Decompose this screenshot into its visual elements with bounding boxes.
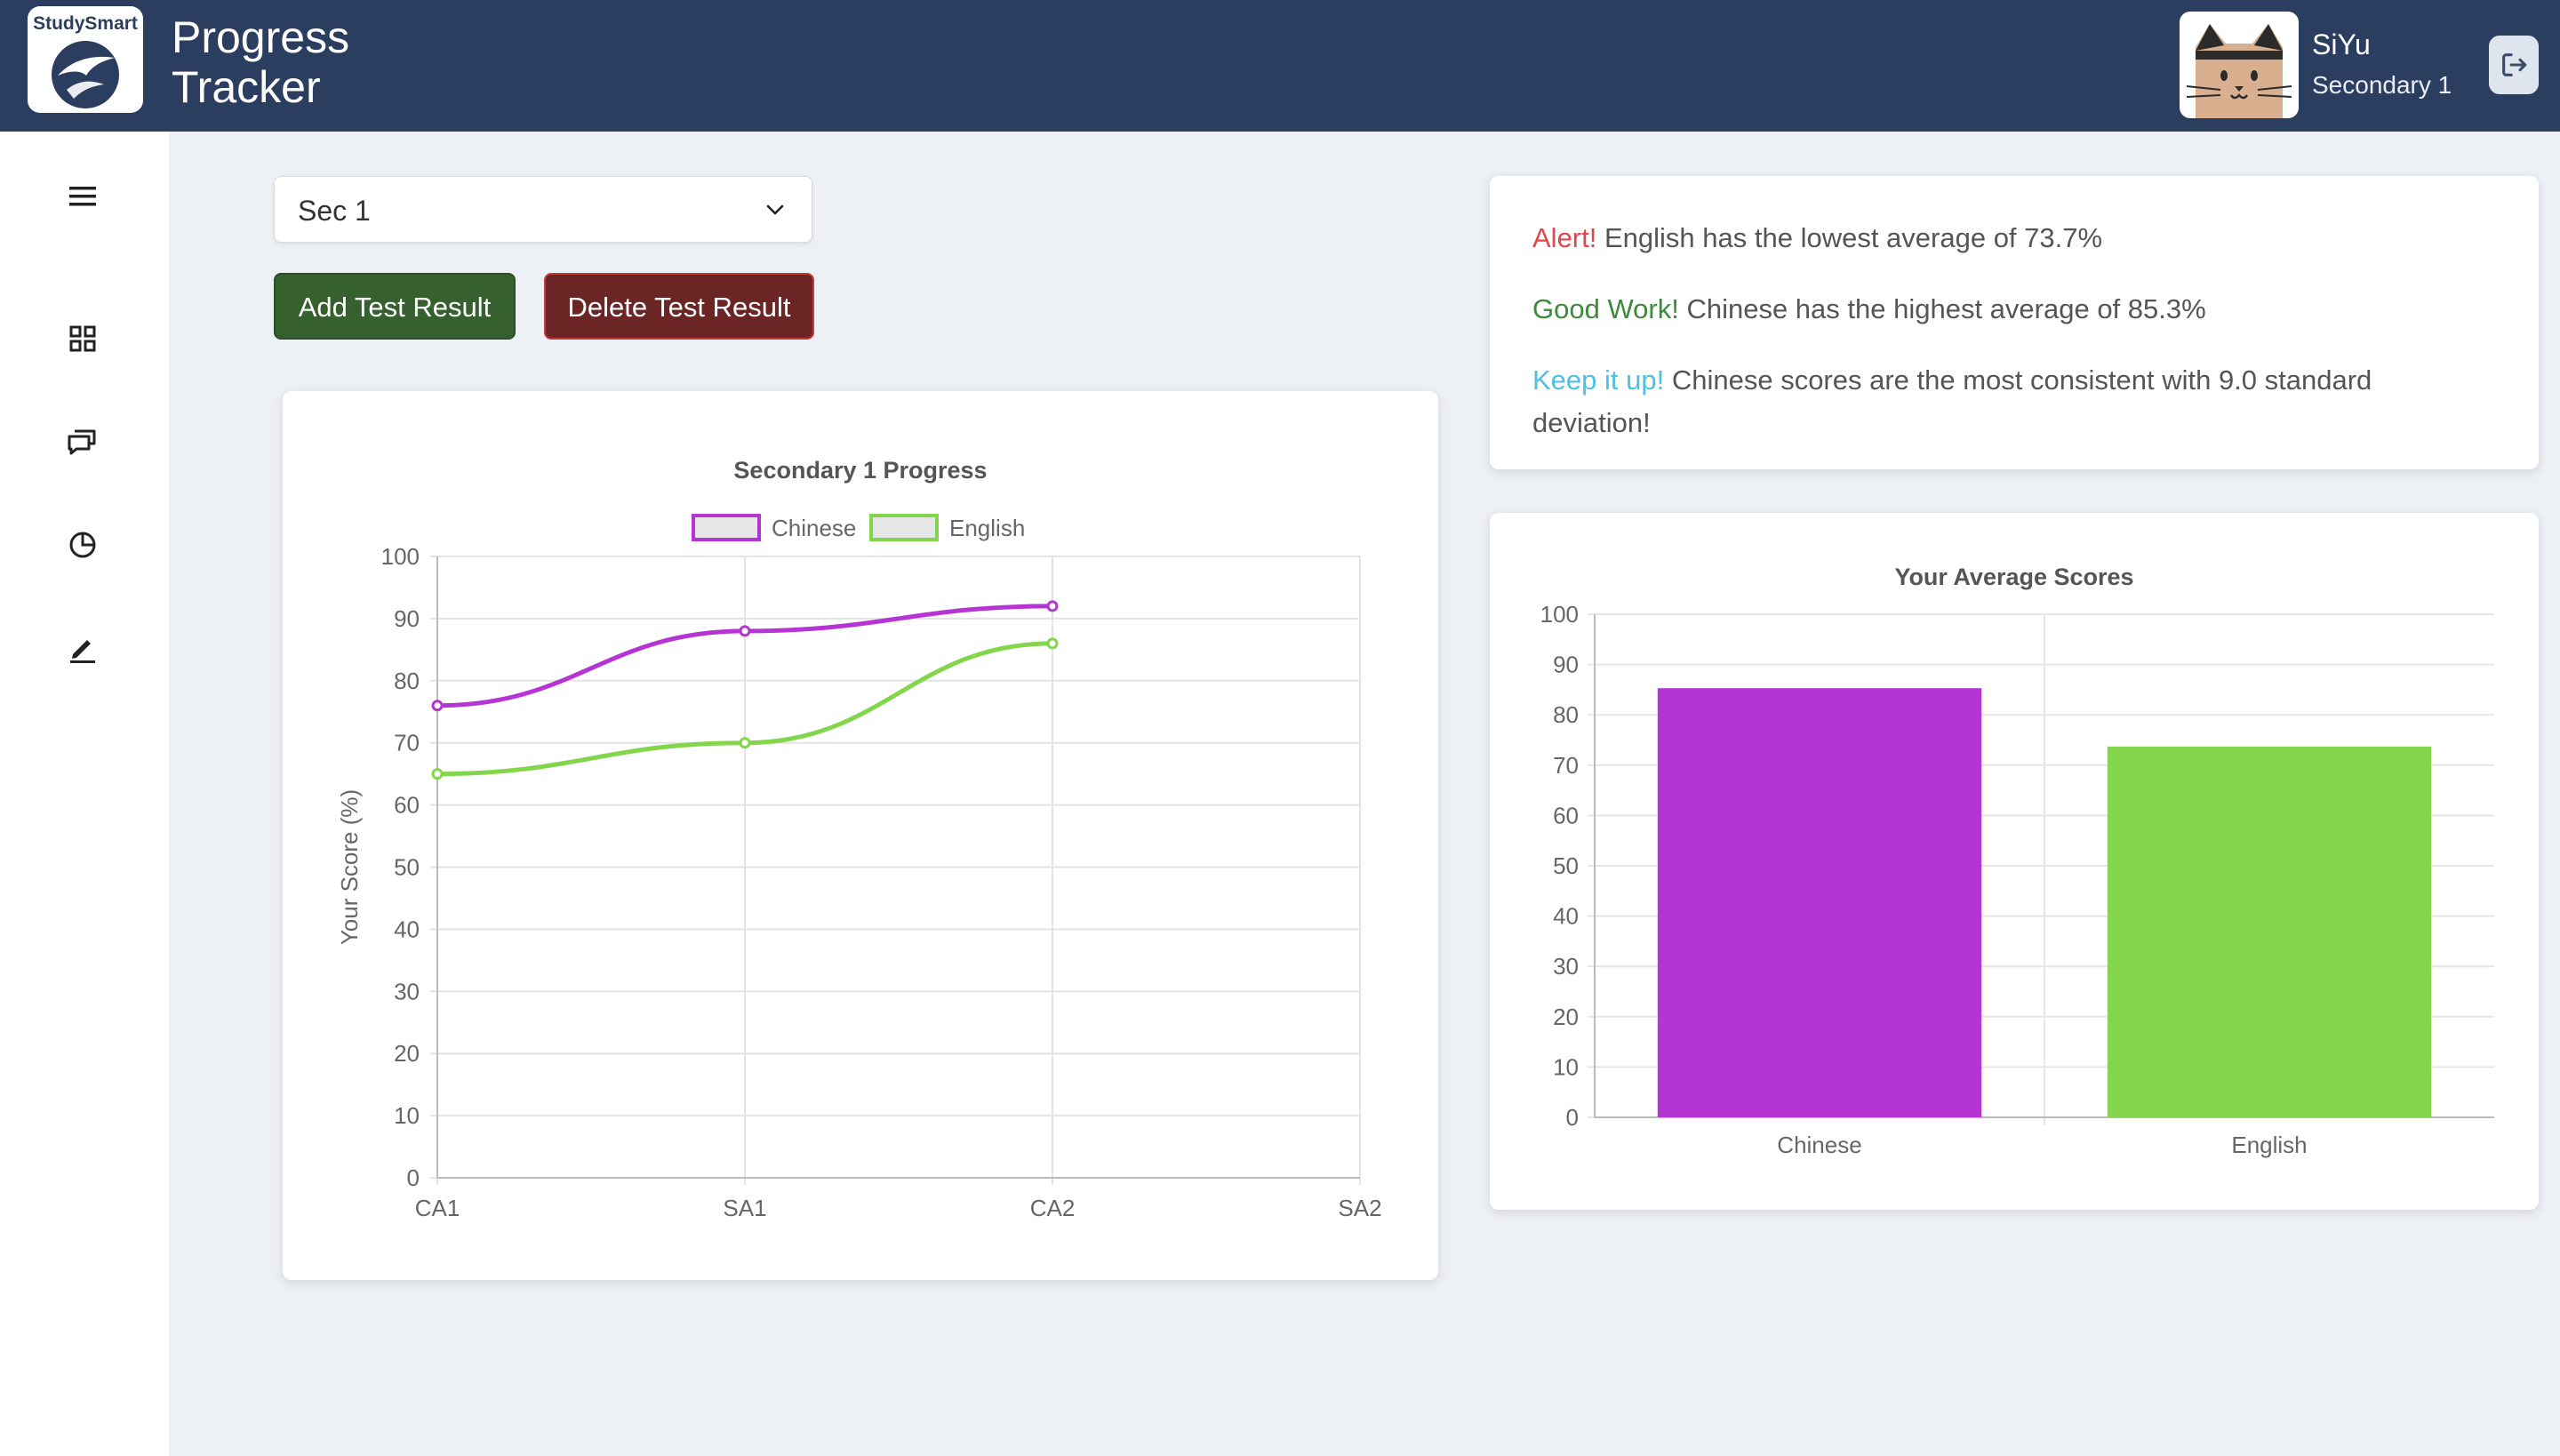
- alert-label: Alert!: [1532, 222, 1597, 253]
- data-point: [431, 700, 444, 712]
- progress-chart-card: Secondary 1 Progress Chinese English 0 10 20 3…: [283, 391, 1438, 1280]
- pencil-icon: [70, 640, 95, 663]
- y-tick-label: 40: [1553, 903, 1579, 930]
- sidebar-item-edit[interactable]: [62, 628, 103, 668]
- y-tick-label: 80: [1553, 701, 1579, 728]
- add-test-result-button[interactable]: Add Test Result: [274, 273, 516, 340]
- y-tick-label: 60: [1553, 802, 1579, 828]
- dashboard-grid-icon: [69, 325, 96, 352]
- average-scores-card: Your Average Scores 0 10 20 30 40 50 60 70 80 90 10…: [1490, 513, 2539, 1210]
- top-bar: StudySmart Progress Tracker SiYu Seconda…: [0, 0, 2560, 132]
- progress-line-chart: Secondary 1 Progress Chinese English 0 10 20 3…: [336, 457, 1382, 1221]
- x-tick-label: SA1: [723, 1195, 766, 1221]
- y-tick-label: 70: [1553, 752, 1579, 779]
- x-tick-label: SA2: [1338, 1195, 1381, 1221]
- y-tick-label: 80: [394, 668, 420, 694]
- y-tick-label: 0: [407, 1164, 420, 1191]
- hamburger-menu-icon: [69, 187, 96, 206]
- y-tick-label: 100: [1540, 601, 1579, 628]
- x-tick-label: CA1: [415, 1195, 460, 1221]
- level-select-value: Sec 1: [298, 195, 371, 227]
- good-work-text: Chinese has the highest average of 85.3%: [1686, 293, 2206, 324]
- delete-test-result-button[interactable]: Delete Test Result: [544, 273, 814, 340]
- legend-label: Chinese: [772, 515, 856, 541]
- data-point: [1046, 600, 1059, 612]
- chat-bubbles-icon: [68, 429, 96, 455]
- logout-icon: [2502, 53, 2527, 76]
- y-tick-label: 0: [1566, 1104, 1579, 1131]
- chart-title: Secondary 1 Progress: [733, 457, 987, 484]
- legend-swatch: [692, 514, 761, 541]
- x-tick-label: Chinese: [1777, 1132, 1861, 1158]
- keep-it-up-label: Keep it up!: [1532, 364, 1665, 396]
- y-tick-label: 30: [394, 978, 420, 1004]
- data-point: [739, 625, 751, 637]
- sidebar: [0, 132, 169, 1456]
- avatar[interactable]: [2180, 12, 2299, 118]
- y-tick-label: 70: [394, 730, 420, 756]
- legend-swatch: [869, 514, 939, 541]
- y-tick-label: 50: [1553, 852, 1579, 879]
- bar-english: [2107, 746, 2432, 1117]
- average-scores-bar-chart: Your Average Scores 0 10 20 30 40 50 60 70 80 90 10…: [1540, 564, 2494, 1158]
- bar-chinese: [1657, 688, 1982, 1117]
- cat-avatar-icon: [2186, 24, 2292, 118]
- y-tick-label: 30: [1553, 953, 1579, 980]
- y-tick-label: 10: [394, 1102, 420, 1129]
- bird-logo-icon: [52, 41, 119, 108]
- page-title-line2: Tracker: [172, 62, 321, 112]
- y-tick-label: 20: [394, 1040, 420, 1067]
- studysmart-logo[interactable]: StudySmart: [28, 6, 143, 113]
- pie-chart-icon: [69, 532, 96, 558]
- alert-text: English has the lowest average of 73.7%: [1604, 222, 2103, 253]
- data-point: [1046, 637, 1059, 650]
- keep-it-up-message: Keep it up! Chinese scores are the most …: [1532, 359, 2492, 444]
- y-tick-label: 60: [394, 792, 420, 819]
- legend-label: English: [949, 515, 1025, 541]
- y-tick-label: 50: [394, 854, 420, 881]
- alert-message: Alert! English has the lowest average of…: [1532, 217, 2492, 260]
- user-level: Secondary 1: [2312, 71, 2452, 99]
- y-tick-label: 20: [1553, 1004, 1579, 1030]
- y-tick-label: 100: [381, 543, 420, 570]
- data-point: [431, 768, 444, 780]
- level-select[interactable]: Sec 1: [274, 176, 812, 243]
- menu-toggle-button[interactable]: [62, 176, 103, 217]
- sidebar-item-dashboard[interactable]: [62, 318, 103, 359]
- y-axis-label: Your Score (%): [336, 789, 363, 945]
- x-tick-label: CA2: [1030, 1195, 1076, 1221]
- y-tick-label: 90: [1553, 652, 1579, 678]
- y-tick-label: 40: [394, 916, 420, 942]
- data-point: [739, 737, 751, 749]
- y-tick-label: 90: [394, 605, 420, 632]
- logo-text: StudySmart: [33, 13, 138, 34]
- chart-title: Your Average Scores: [1894, 564, 2133, 590]
- user-name: SiYu: [2312, 28, 2371, 60]
- sidebar-item-forum[interactable]: [62, 420, 103, 461]
- chevron-down-icon: [766, 204, 784, 215]
- sidebar-item-progress[interactable]: [62, 524, 103, 565]
- y-tick-label: 10: [1553, 1053, 1579, 1080]
- page-title: Progress Tracker: [172, 12, 349, 112]
- insights-card: Alert! English has the lowest average of…: [1490, 176, 2539, 469]
- page-title-line1: Progress: [172, 12, 350, 62]
- x-tick-label: English: [2231, 1132, 2307, 1158]
- logout-button[interactable]: [2489, 36, 2539, 94]
- good-work-message: Good Work! Chinese has the highest avera…: [1532, 288, 2492, 331]
- good-work-label: Good Work!: [1532, 293, 1679, 324]
